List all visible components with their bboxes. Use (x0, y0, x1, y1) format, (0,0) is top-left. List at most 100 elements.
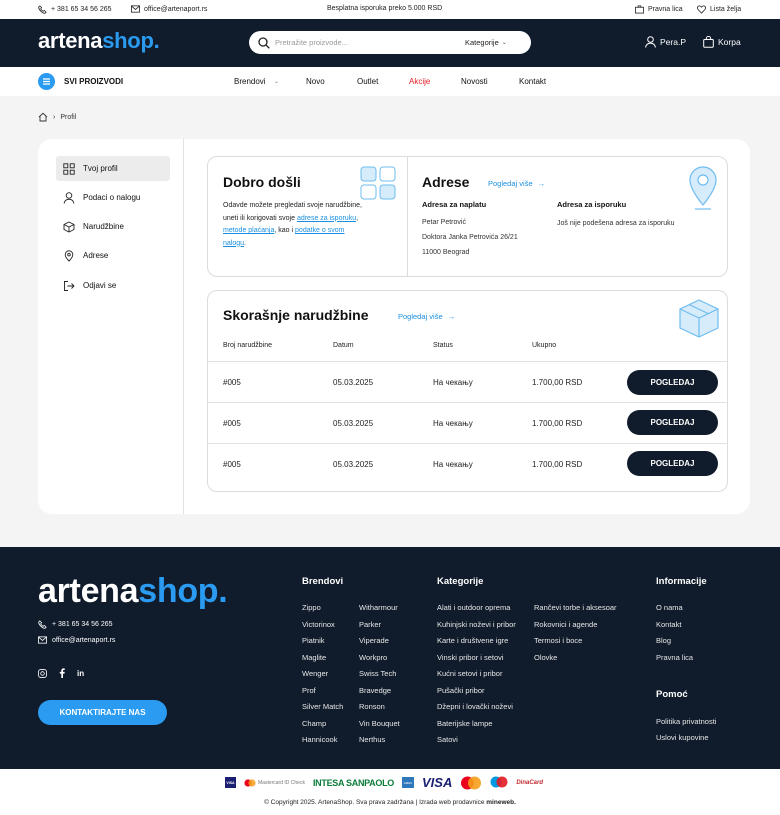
column-header-total: Ukupno (532, 342, 557, 349)
table-divider (207, 402, 728, 403)
footer-brand-link[interactable]: Nerthus (359, 735, 385, 744)
dashboard-illustration-icon (360, 166, 396, 200)
footer-brand-link[interactable]: Wenger (302, 669, 328, 678)
footer-category-link[interactable]: Baterijske lampe (437, 719, 492, 728)
chevron-down-icon: ⌄ (501, 40, 507, 46)
column-header-number: Broj narudžbine (223, 342, 273, 349)
footer-brand-link[interactable]: Prof (302, 686, 316, 695)
search-icon[interactable] (258, 36, 270, 49)
footer-brand-link[interactable]: Viperade (359, 636, 389, 645)
topbar-phone[interactable]: + 381 65 34 56 265 (38, 5, 112, 14)
shipping-addresses-link[interactable]: adrese za isporuku (297, 215, 356, 222)
table-divider (207, 443, 728, 444)
view-order-button[interactable]: POGLEDAJ (627, 370, 718, 395)
footer-brand-link[interactable]: Parker (359, 620, 381, 629)
nav-brands[interactable]: Brendovi (234, 77, 266, 86)
footer-info-link[interactable]: Pravna lica (656, 653, 693, 662)
footer-brand-link[interactable]: Victorinox (302, 620, 335, 629)
search-input[interactable]: Pretražite proizvode... (275, 38, 465, 47)
order-number: #005 (223, 460, 241, 469)
footer-category-link[interactable]: Rokovnici i agende (534, 620, 597, 629)
footer-brand-link[interactable]: Zippo (302, 603, 321, 612)
linkedin-icon[interactable]: in (77, 669, 84, 678)
footer-info-link[interactable]: Kontakt (656, 620, 681, 629)
category-select[interactable]: Kategorije (465, 38, 499, 47)
view-order-button[interactable]: POGLEDAJ (627, 410, 718, 435)
sidebar-item-orders[interactable]: Narudžbine (56, 214, 170, 239)
sidebar-item-logout[interactable]: Odjavi se (56, 273, 170, 298)
footer-brand-link[interactable]: Witharmour (359, 603, 398, 612)
order-total: 1.700,00 RSD (532, 419, 583, 428)
footer-email[interactable]: office@artenaport.rs (38, 636, 115, 644)
footer-category-link[interactable]: Kuhinjski noževi i pribor (437, 620, 516, 629)
footer-category-link[interactable]: Karte i društvene igre (437, 636, 508, 645)
footer-category-link[interactable]: Alati i outdoor oprema (437, 603, 510, 612)
logo-part-2: shop. (102, 28, 160, 53)
footer-category-link[interactable]: Termosi i boce (534, 636, 582, 645)
footer-category-link[interactable]: Olovke (534, 653, 557, 662)
topbar-legal[interactable]: Pravna lica (635, 5, 683, 14)
footer-info-link[interactable]: Blog (656, 636, 671, 645)
arrow-right-icon: → (537, 179, 546, 188)
footer-info-link[interactable]: O nama (656, 603, 683, 612)
table-divider (207, 361, 728, 362)
phone-icon (38, 5, 47, 14)
topbar-wishlist[interactable]: Lista želja (697, 5, 741, 14)
home-icon[interactable] (38, 112, 48, 122)
mineweb-link[interactable]: mineweb. (486, 799, 516, 806)
footer-brand-link[interactable]: Bravedge (359, 686, 391, 695)
nav-sale[interactable]: Akcije (409, 77, 430, 86)
sidebar-item-account-data[interactable]: Podaci o nalogu (56, 185, 170, 210)
view-order-button[interactable]: POGLEDAJ (627, 451, 718, 476)
orders-view-more[interactable]: Pogledaj više → (398, 312, 455, 321)
all-products-link[interactable]: SVI PROIZVODI (64, 77, 123, 86)
footer-brand-link[interactable]: Hannicook (302, 735, 337, 744)
footer-brand-link[interactable]: Champ (302, 719, 326, 728)
footer-help-link[interactable]: Uslovi kupovine (656, 733, 709, 742)
footer-brand-link[interactable]: Swiss Tech (359, 669, 396, 678)
footer-phone-text: + 381 65 34 56 265 (52, 621, 113, 628)
footer-brand-link[interactable]: Vin Bouquet (359, 719, 400, 728)
payment-logos: VISA Mastercard ID Check INTESA SANPAOLO… (225, 775, 555, 790)
footer-category-link[interactable]: Kućni setovi i pribor (437, 669, 502, 678)
header-logo[interactable]: artenashop. (38, 28, 160, 54)
footer-phone[interactable]: + 381 65 34 56 265 (38, 620, 113, 629)
user-account[interactable]: Pera.P (645, 36, 686, 48)
sidebar-item-profile[interactable]: Tvoj profil (56, 156, 170, 181)
addresses-view-more[interactable]: Pogledaj više → (488, 179, 545, 188)
cart[interactable]: Korpa (703, 36, 741, 48)
topbar-email[interactable]: office@artenaport.rs (131, 5, 207, 13)
footer-brand-link[interactable]: Workpro (359, 653, 387, 662)
nav-contact[interactable]: Kontakt (519, 77, 546, 86)
footer-brand-link[interactable]: Maglite (302, 653, 326, 662)
payment-methods-link[interactable]: metode plaćanja (223, 227, 274, 234)
nav-news[interactable]: Novosti (461, 77, 488, 86)
footer-category-link[interactable]: Satovi (437, 735, 458, 744)
nav-new[interactable]: Novo (306, 77, 325, 86)
contact-us-button[interactable]: KONTAKTIRAJTE NAS (38, 700, 167, 725)
footer-category-link[interactable]: Rančevi torbe i aksesoar (534, 603, 617, 612)
maestro-logo (490, 776, 508, 787)
footer-brand-link[interactable]: Piatnik (302, 636, 325, 645)
footer-category-link[interactable]: Vinski pribor i setovi (437, 653, 504, 662)
footer-brand-link[interactable]: Silver Match (302, 702, 343, 711)
dinacard-logo: DinaCard (516, 779, 543, 786)
shipping-notice-text: Besplatna isporuka preko 5.000 RSD (327, 5, 443, 12)
instagram-icon[interactable] (38, 668, 47, 678)
footer-category-link[interactable]: Džepni i lovački noževi (437, 702, 513, 711)
sidebar-item-addresses[interactable]: Adrese (56, 243, 170, 268)
billing-name: Petar Petrović (422, 219, 466, 226)
billing-street: Doktora Janka Petrovića 26/21 (422, 234, 518, 241)
package-illustration-icon (679, 299, 719, 338)
footer-help-link[interactable]: Politika privatnosti (656, 717, 716, 726)
breadcrumb-separator: › (53, 113, 56, 121)
facebook-icon[interactable] (59, 668, 65, 678)
logo-part-1: artena (38, 572, 139, 610)
menu-icon[interactable] (38, 73, 55, 90)
copyright-text: © Copyright 2025. ArtenaShop. Sva prava … (264, 799, 485, 806)
footer-logo[interactable]: artenashop. (38, 572, 228, 611)
footer-category-link[interactable]: Pušački pribor (437, 686, 485, 695)
footer-brand-link[interactable]: Ronson (359, 702, 385, 711)
user-label: Pera.P (660, 37, 686, 47)
nav-outlet[interactable]: Outlet (357, 77, 378, 86)
